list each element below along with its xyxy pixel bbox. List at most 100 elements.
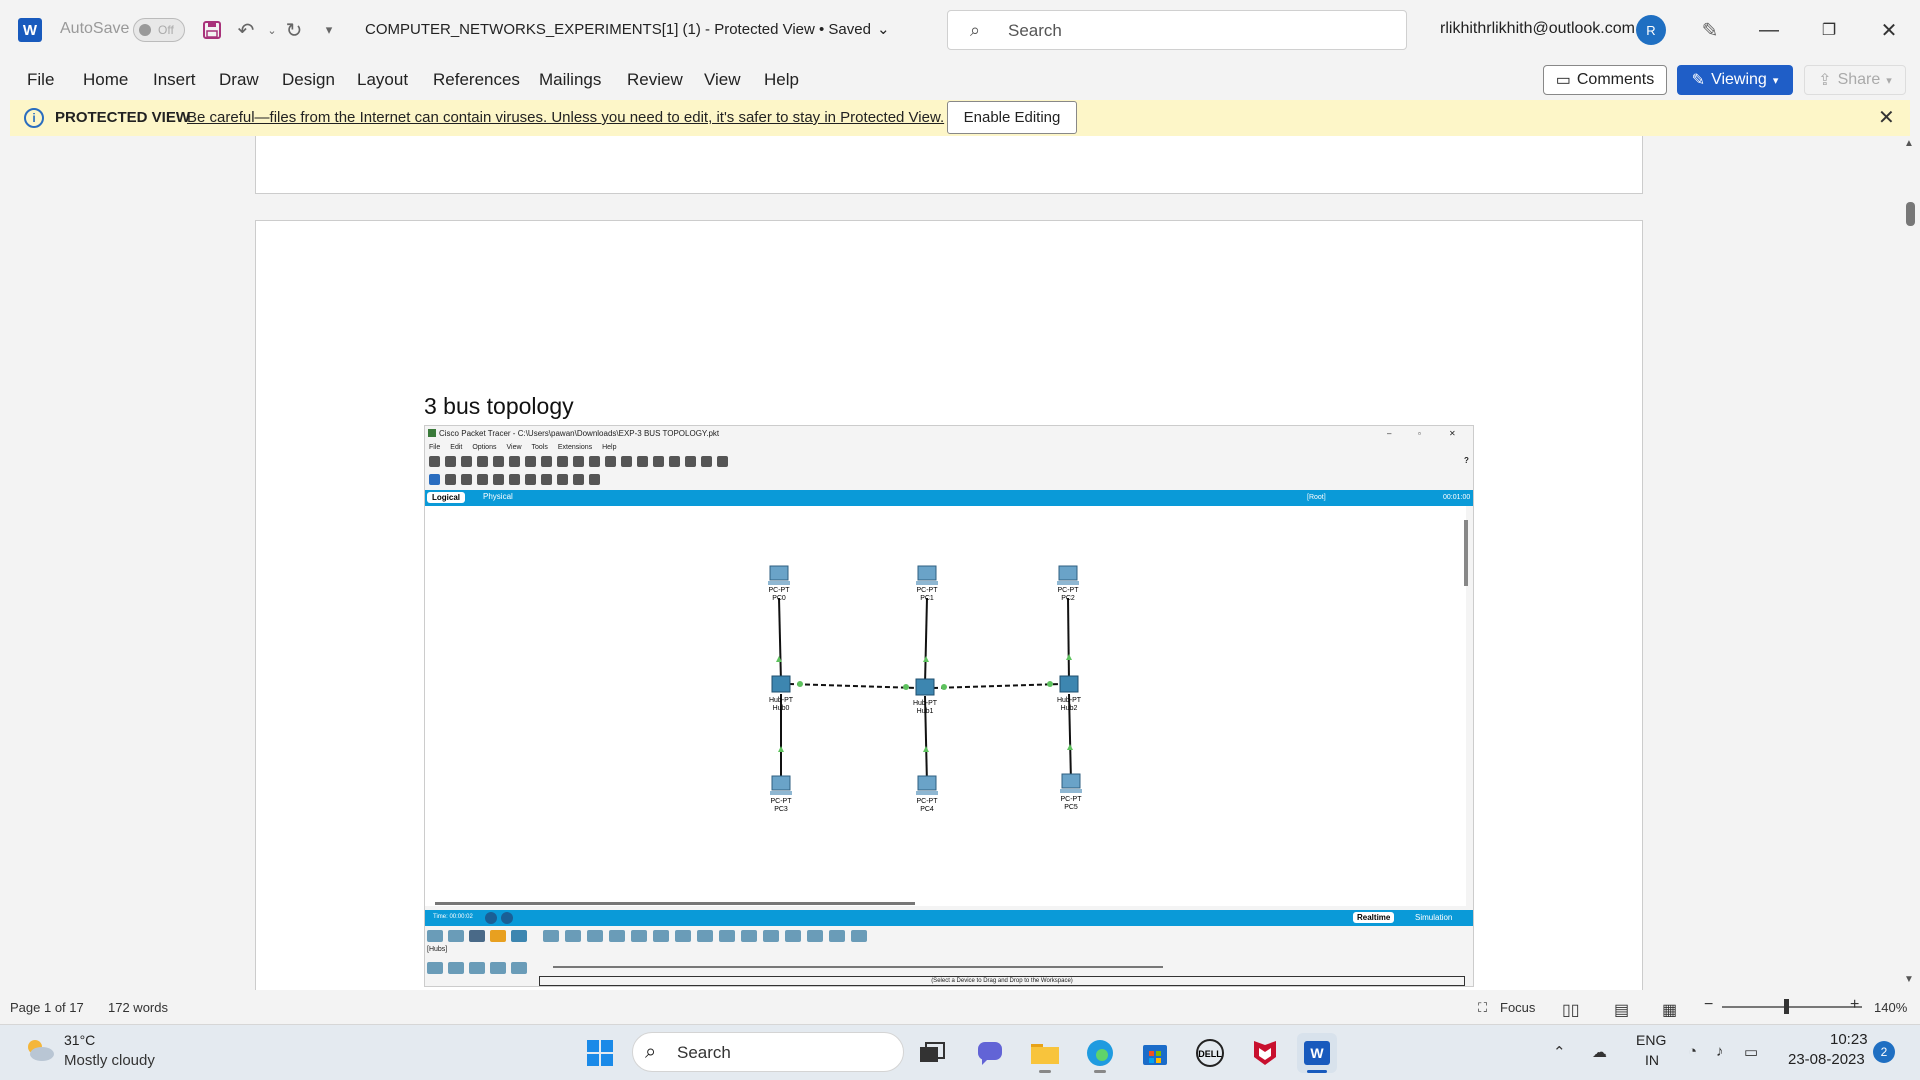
language-line1[interactable]: ENG bbox=[1636, 1032, 1666, 1048]
close-button[interactable]: ✕ bbox=[1866, 10, 1912, 50]
zoom-in-icon[interactable]: + bbox=[1850, 996, 1859, 1014]
focus-button[interactable]: Focus bbox=[1500, 1000, 1535, 1015]
document-page[interactable]: 3 bus topology Cisco Packet Tracer - C:\… bbox=[255, 220, 1643, 990]
tab-home[interactable]: Home bbox=[83, 70, 128, 90]
comments-button[interactable]: ▭ Comments bbox=[1543, 65, 1667, 95]
tab-layout[interactable]: Layout bbox=[357, 70, 408, 90]
minimize-button[interactable]: — bbox=[1746, 10, 1792, 50]
device-model-icon bbox=[785, 930, 801, 942]
tab-view[interactable]: View bbox=[704, 70, 741, 90]
pt-realtime-tab: Realtime bbox=[1353, 912, 1395, 923]
language-line2[interactable]: IN bbox=[1645, 1052, 1659, 1068]
redo-icon[interactable]: ↻ bbox=[280, 16, 308, 44]
enable-editing-button[interactable]: Enable Editing bbox=[947, 101, 1077, 134]
onedrive-icon[interactable]: ☁ bbox=[1592, 1043, 1607, 1061]
autosave-label: AutoSave bbox=[60, 20, 130, 37]
zoom-level[interactable]: 140% bbox=[1874, 1000, 1907, 1015]
tab-references[interactable]: References bbox=[433, 70, 520, 90]
pc1-device: PC-PT PC1 bbox=[916, 565, 938, 602]
device-icon bbox=[685, 456, 696, 467]
weather-temperature[interactable]: 31°C bbox=[64, 1032, 95, 1048]
word-count[interactable]: 172 words bbox=[108, 1000, 168, 1015]
hub1-type: Hub-PT bbox=[913, 700, 938, 707]
edge-browser-icon[interactable] bbox=[1080, 1033, 1120, 1073]
save-icon[interactable] bbox=[198, 16, 226, 44]
tab-insert[interactable]: Insert bbox=[153, 70, 196, 90]
weather-description[interactable]: Mostly cloudy bbox=[64, 1052, 155, 1069]
start-button[interactable] bbox=[580, 1033, 620, 1073]
pt-restore-icon: ▫ bbox=[1418, 429, 1421, 438]
pt-workspace-bar: Logical Physical [Root] 00:01:00 bbox=[425, 490, 1473, 506]
delete-icon bbox=[461, 474, 472, 485]
document-title[interactable]: COMPUTER_NETWORKS_EXPERIMENTS[1] (1) - P… bbox=[365, 20, 890, 39]
pt-window-title: Cisco Packet Tracer - C:\Users\pawan\Dow… bbox=[439, 429, 720, 438]
protected-view-message[interactable]: Be careful—files from the Internet can c… bbox=[187, 109, 944, 126]
pc-base-icon bbox=[770, 791, 792, 795]
scroll-down-arrow-icon[interactable]: ▼ bbox=[1904, 974, 1914, 985]
undo-icon[interactable]: ↶ bbox=[232, 16, 260, 44]
close-icon[interactable]: ✕ bbox=[1878, 105, 1895, 130]
zoom-slider-thumb[interactable] bbox=[1784, 999, 1789, 1014]
pt-time-bar: Time: 00:00:02 Realtime Simulation bbox=[425, 910, 1473, 926]
taskbar-search[interactable]: ⌕ Search bbox=[632, 1032, 904, 1072]
pt-menu-item: File bbox=[429, 444, 441, 451]
document-canvas[interactable]: 3 bus topology Cisco Packet Tracer - C:\… bbox=[0, 136, 1900, 990]
svg-text:DELL: DELL bbox=[1198, 1049, 1222, 1059]
microsoft-store-icon[interactable] bbox=[1135, 1033, 1175, 1073]
zoom-out-icon[interactable]: − bbox=[1704, 996, 1713, 1014]
teams-chat-icon[interactable] bbox=[970, 1033, 1010, 1073]
tab-design[interactable]: Design bbox=[282, 70, 335, 90]
file-explorer-icon[interactable] bbox=[1025, 1033, 1065, 1073]
link-pc1-hub1 bbox=[924, 597, 928, 685]
pc-icon bbox=[917, 775, 937, 791]
focus-icon[interactable]: ⛶ bbox=[1478, 1000, 1487, 1016]
link-light bbox=[923, 656, 929, 662]
scroll-up-arrow-icon[interactable]: ▲ bbox=[1904, 138, 1914, 149]
volume-icon[interactable]: ♪ bbox=[1716, 1043, 1724, 1060]
tab-mailings[interactable]: Mailings bbox=[539, 70, 601, 90]
read-mode-icon[interactable]: ▯▯ bbox=[1562, 1000, 1580, 1020]
clock-time[interactable]: 10:23 bbox=[1830, 1031, 1868, 1048]
tab-file[interactable]: File bbox=[27, 70, 54, 90]
battery-icon[interactable]: ▭ bbox=[1744, 1043, 1758, 1061]
tab-review[interactable]: Review bbox=[627, 70, 683, 90]
pen-icon[interactable]: ✎ bbox=[1696, 16, 1724, 44]
pt-close-icon: ✕ bbox=[1449, 429, 1456, 438]
pt-clock: 00:01:00 bbox=[1443, 494, 1471, 501]
undo-icon bbox=[573, 456, 584, 467]
page-count[interactable]: Page 1 of 17 bbox=[10, 1000, 84, 1015]
account-email[interactable]: rlikhithrlikhith@outlook.com bbox=[1440, 20, 1635, 38]
tab-help[interactable]: Help bbox=[764, 70, 799, 90]
device-model-icon bbox=[829, 930, 845, 942]
print-layout-icon[interactable]: ▤ bbox=[1614, 1000, 1629, 1020]
tab-draw[interactable]: Draw bbox=[219, 70, 259, 90]
viewing-button[interactable]: ✎ Viewing ▾ bbox=[1677, 65, 1793, 95]
link-light bbox=[797, 681, 803, 687]
autosave-toggle[interactable]: Off bbox=[133, 18, 185, 42]
mcafee-icon[interactable] bbox=[1245, 1033, 1285, 1073]
avatar[interactable]: R bbox=[1636, 15, 1666, 45]
task-view-icon[interactable] bbox=[912, 1033, 952, 1073]
info-icon: i bbox=[24, 108, 44, 128]
customize-toolbar-icon[interactable]: ▾ bbox=[315, 16, 343, 44]
web-layout-icon[interactable]: ▦ bbox=[1662, 1000, 1677, 1020]
restore-button[interactable]: ❐ bbox=[1806, 10, 1852, 50]
scrollbar-thumb[interactable] bbox=[1906, 202, 1915, 226]
notification-badge[interactable]: 2 bbox=[1873, 1041, 1895, 1063]
wifi-icon[interactable]: ◔ bbox=[1688, 1043, 1697, 1060]
pt-menu-item: Options bbox=[472, 444, 497, 451]
palette-icon bbox=[669, 456, 680, 467]
dell-icon[interactable]: DELL bbox=[1190, 1033, 1230, 1073]
word-taskbar-icon[interactable]: W bbox=[1297, 1033, 1337, 1073]
clock-date[interactable]: 23-08-2023 bbox=[1788, 1051, 1865, 1068]
pt-help-icon: ? bbox=[1464, 456, 1469, 465]
pt-menu-item: Extensions bbox=[557, 444, 593, 451]
link-light bbox=[903, 684, 909, 690]
share-button[interactable]: ⇪ Share ▾ bbox=[1804, 65, 1906, 95]
tray-overflow-icon[interactable]: ⌃ bbox=[1553, 1043, 1566, 1061]
taskbar-search-label: Search bbox=[677, 1043, 731, 1062]
weather-cloud-icon[interactable] bbox=[22, 1037, 56, 1063]
zoom-slider[interactable] bbox=[1722, 1006, 1862, 1008]
search-input[interactable]: ⌕ Search bbox=[947, 10, 1407, 50]
document-scrollbar[interactable]: ▲ ▼ bbox=[1900, 136, 1920, 990]
